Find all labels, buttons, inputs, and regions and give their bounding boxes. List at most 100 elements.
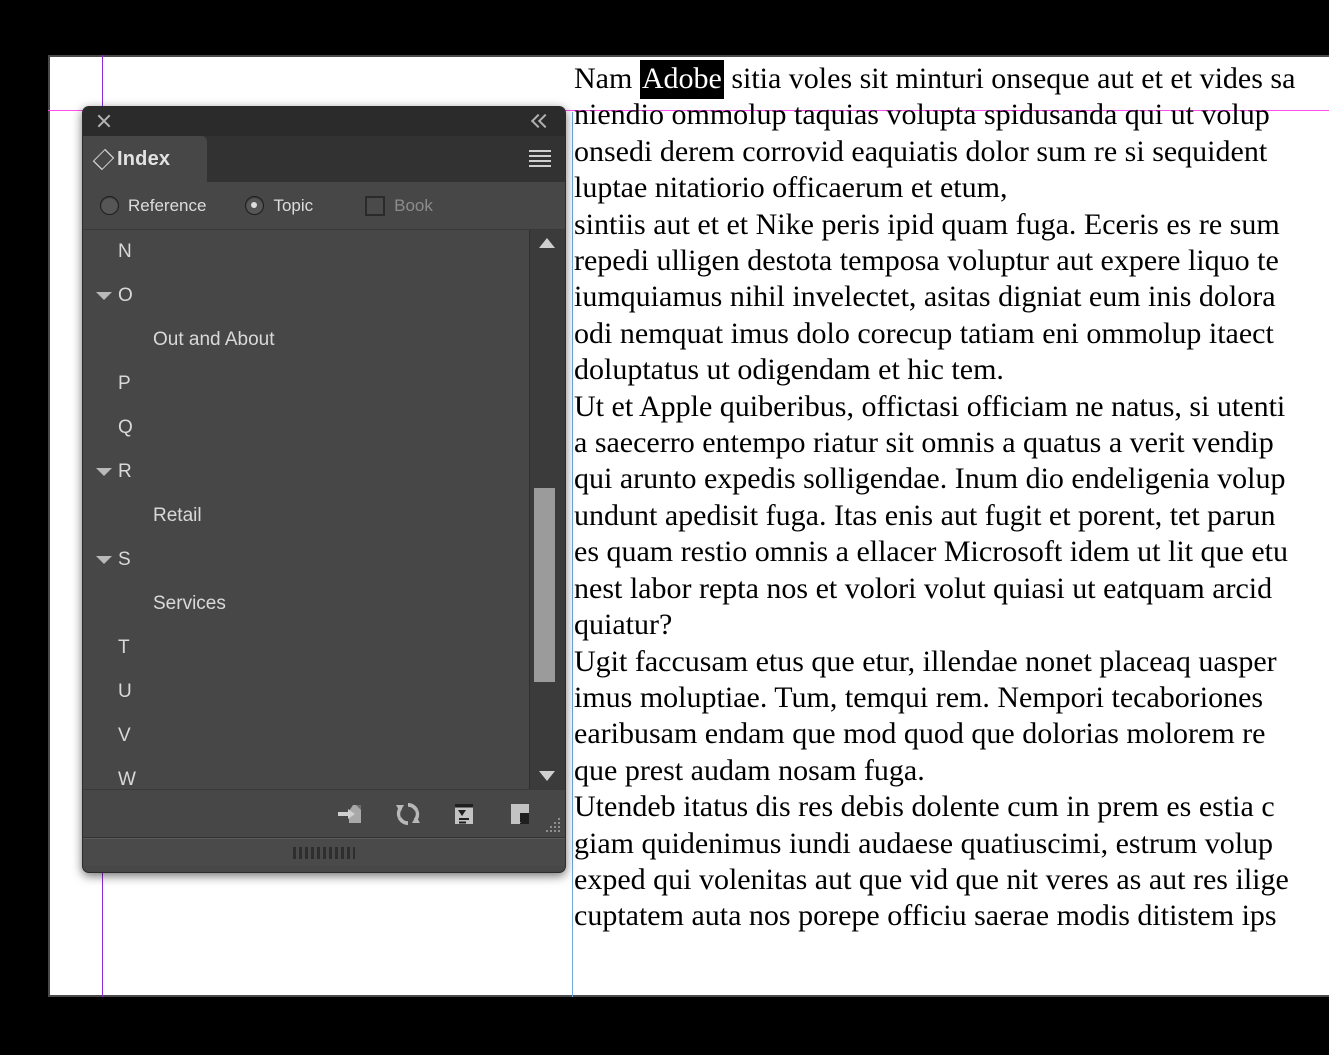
panel-titlebar[interactable] bbox=[83, 107, 565, 136]
index-list-scrollbar[interactable] bbox=[529, 230, 565, 789]
page-border-left bbox=[48, 55, 50, 997]
create-new-index-entry-icon[interactable] bbox=[336, 799, 366, 829]
checkbox-input-book[interactable] bbox=[365, 195, 386, 216]
diamond-icon bbox=[92, 148, 115, 170]
radio-label-topic: Topic bbox=[273, 195, 314, 215]
index-letter-label: U bbox=[118, 681, 132, 702]
index-letter-label: P bbox=[118, 373, 131, 394]
text-line: qui arunto expedis solligendae. Inum dio… bbox=[574, 462, 1286, 496]
text-line: doluptatus ut odigendam et hic tem. bbox=[574, 353, 1004, 387]
go-to-selected-marker-icon[interactable] bbox=[505, 799, 535, 829]
panel-footer-toolbar bbox=[83, 790, 565, 838]
text-line: Nam Adobe sitia voles sit minturi onsequ… bbox=[574, 60, 1295, 99]
disclosure-triangle-down-icon[interactable] bbox=[96, 556, 112, 564]
list-item[interactable]: Q bbox=[83, 406, 530, 450]
text-line: onsedi derem corrovid eaquiatis dolor su… bbox=[574, 134, 1268, 168]
list-item[interactable]: V bbox=[83, 714, 530, 758]
text-line: Ugit faccusam etus que etur, illendae no… bbox=[574, 644, 1277, 678]
index-letter-label: T bbox=[118, 637, 130, 658]
tab-index[interactable]: Index bbox=[83, 136, 207, 182]
list-item[interactable]: U bbox=[83, 670, 530, 714]
scroll-down-arrow-icon[interactable] bbox=[539, 771, 555, 781]
close-icon[interactable] bbox=[93, 110, 115, 132]
line-text-post: sitia voles sit minturi onseque aut et e… bbox=[723, 62, 1296, 95]
list-item[interactable]: T bbox=[83, 626, 530, 670]
list-item[interactable]: O bbox=[83, 274, 530, 318]
index-letter-label: O bbox=[118, 285, 133, 306]
generate-index-icon[interactable] bbox=[449, 799, 479, 829]
disclosure-triangle-down-icon[interactable] bbox=[96, 468, 112, 476]
radio-button-reference[interactable] bbox=[100, 196, 119, 215]
text-line: exped qui volenitas aut que vid que nit … bbox=[574, 862, 1289, 896]
resize-grip-icon[interactable] bbox=[546, 818, 560, 832]
index-panel[interactable]: Index Reference Topic Book N O Out and A… bbox=[82, 106, 566, 873]
paragraph: sintiis aut et et Nike peris ipid quam f… bbox=[574, 207, 1329, 389]
page-border-top bbox=[48, 55, 1329, 57]
list-item[interactable]: P bbox=[83, 362, 530, 406]
list-item[interactable]: Services bbox=[83, 582, 530, 626]
paragraph: Ugit faccusam etus que etur, illendae no… bbox=[574, 644, 1329, 790]
panel-drag-bar[interactable] bbox=[83, 838, 565, 866]
page-border-bottom bbox=[48, 995, 1329, 997]
text-line: iumquiamus nihil invelectet, asitas dign… bbox=[574, 280, 1276, 314]
index-mode-options: Reference Topic Book bbox=[83, 182, 565, 230]
text-line: es quam restio omnis a ellacer Microsoft… bbox=[574, 535, 1288, 569]
text-line: odi nemquat imus dolo corecup tatiam eni… bbox=[574, 316, 1274, 350]
list-item[interactable]: S bbox=[83, 538, 530, 582]
highlighted-selection[interactable]: Adobe bbox=[639, 60, 724, 99]
text-line: a saecerro entempo riatur sit omnis a qu… bbox=[574, 426, 1274, 460]
checkbox-book[interactable]: Book bbox=[365, 195, 433, 216]
index-entry-label: Retail bbox=[153, 505, 202, 526]
index-letter-label: W bbox=[118, 769, 136, 789]
text-line: quiatur? bbox=[574, 608, 673, 642]
line-text-pre: Nam bbox=[574, 62, 640, 95]
radio-reference[interactable]: Reference bbox=[100, 196, 206, 216]
text-line: undunt apedisit fuga. Itas enis aut fugi… bbox=[574, 498, 1276, 532]
delete-selected-entry-icon[interactable] bbox=[561, 799, 565, 829]
text-line: Utendeb itatus dis res debis dolente cum… bbox=[574, 790, 1275, 824]
update-preview-icon[interactable] bbox=[393, 799, 423, 829]
text-line: luptae nitatiorio officaerum et etum, bbox=[574, 171, 1008, 205]
index-list[interactable]: N O Out and About P Q R Retail S Service… bbox=[83, 230, 530, 789]
scrollbar-thumb[interactable] bbox=[534, 488, 555, 682]
text-line: earibusam endam que mod quod que doloria… bbox=[574, 717, 1266, 751]
panel-menu-icon[interactable] bbox=[529, 150, 551, 167]
list-item[interactable]: W bbox=[83, 758, 530, 789]
disclosure-triangle-down-icon[interactable] bbox=[96, 292, 112, 300]
story-text[interactable]: Nam Adobe sitia voles sit minturi onsequ… bbox=[574, 60, 1329, 935]
list-item[interactable]: Out and About bbox=[83, 318, 530, 362]
text-line: repedi ulligen destota temposa voluptur … bbox=[574, 244, 1279, 278]
application-window: Nam Adobe sitia voles sit minturi onsequ… bbox=[0, 0, 1329, 1055]
index-letter-label: Q bbox=[118, 417, 133, 438]
index-list-container: N O Out and About P Q R Retail S Service… bbox=[83, 230, 565, 790]
list-item[interactable]: Retail bbox=[83, 494, 530, 538]
list-item[interactable]: N bbox=[83, 230, 530, 274]
text-line: cuptatem auta nos porepe officiu saerae … bbox=[574, 899, 1277, 933]
text-line: que prest audam nosam fuga. bbox=[574, 753, 925, 787]
text-line: nest labor repta nos et volori volut qui… bbox=[574, 571, 1273, 605]
text-line: imus moluptiae. Tum, temqui rem. Nempori… bbox=[574, 680, 1264, 714]
text-frame-left-edge[interactable] bbox=[572, 112, 573, 997]
index-letter-label: N bbox=[118, 241, 132, 262]
index-letter-label: V bbox=[118, 725, 131, 746]
index-entry-label: Services bbox=[153, 593, 226, 614]
radio-button-topic[interactable] bbox=[245, 196, 265, 215]
paragraph: Nam Adobe sitia voles sit minturi onsequ… bbox=[574, 60, 1329, 207]
scroll-up-arrow-icon[interactable] bbox=[539, 238, 555, 248]
text-line: sintiis aut et et Nike peris ipid quam f… bbox=[574, 207, 1280, 241]
panel-title: Index bbox=[117, 147, 171, 170]
paragraph: Ut et Apple quiberibus, offictasi offici… bbox=[574, 389, 1329, 644]
checkbox-label-book: Book bbox=[394, 195, 433, 215]
text-line: niendio ommolup taquias volupta spidusan… bbox=[574, 98, 1270, 132]
index-letter-label: S bbox=[118, 549, 131, 570]
text-line: giam quidenimus iundi audaese quatiuscim… bbox=[574, 826, 1274, 860]
double-chevron-left-icon[interactable] bbox=[530, 112, 553, 132]
index-entry-label: Out and About bbox=[153, 329, 275, 350]
text-line: Ut et Apple quiberibus, offictasi offici… bbox=[574, 389, 1286, 423]
radio-topic[interactable]: Topic bbox=[245, 196, 313, 216]
drag-grip-icon[interactable] bbox=[293, 847, 355, 859]
panel-tabbar: Index bbox=[83, 136, 565, 182]
list-item[interactable]: R bbox=[83, 450, 530, 494]
radio-label-reference: Reference bbox=[128, 195, 207, 215]
index-letter-label: R bbox=[118, 461, 132, 482]
